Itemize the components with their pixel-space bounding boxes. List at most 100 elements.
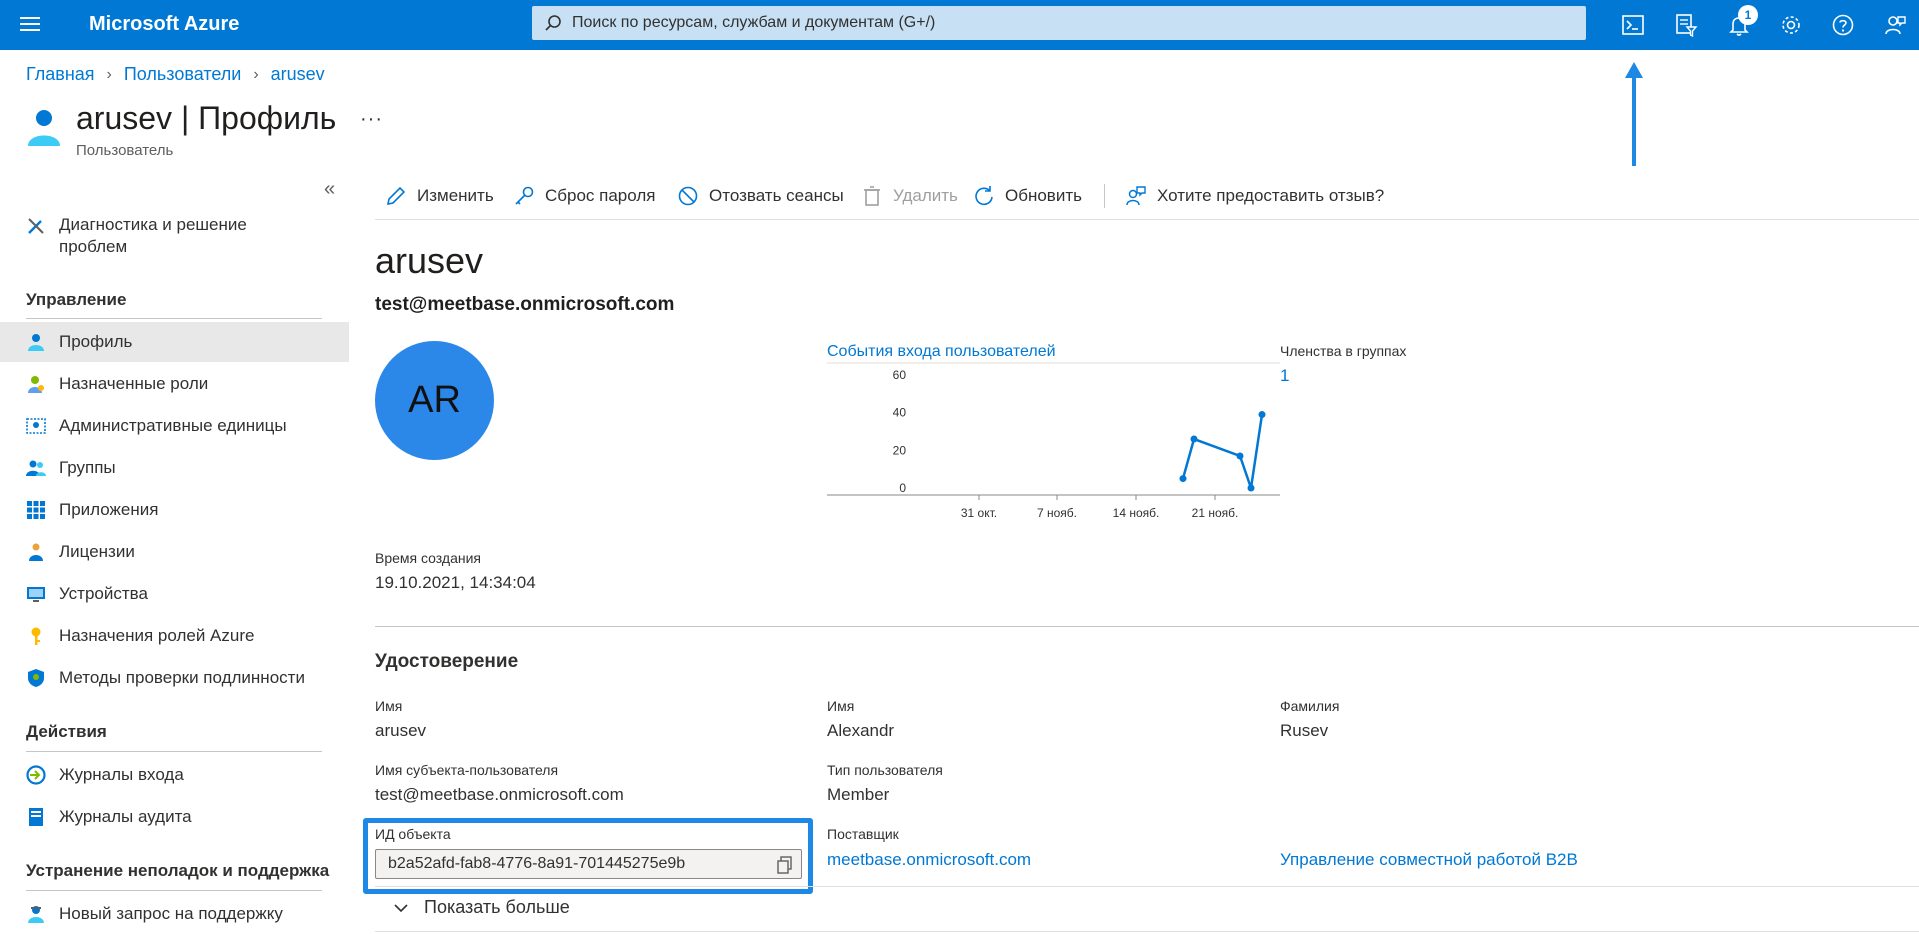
identity-section-title: Удостоверение <box>375 651 519 672</box>
license-icon <box>29 543 43 561</box>
sidebar-item-label: Административные единицы <box>59 416 287 435</box>
sidebar-item-label: Профиль <box>59 332 133 351</box>
shield-icon <box>28 669 44 687</box>
sidebar-item-label: Методы проверки подлинности <box>59 668 305 687</box>
user-type-value: Member <box>827 785 890 804</box>
show-more-button[interactable]: Показать больше <box>392 897 570 918</box>
sidebar-item-groups[interactable]: Группы <box>0 448 349 488</box>
user-type-label: Тип пользователя <box>827 762 943 778</box>
user-principal-name: test@meetbase.onmicrosoft.com <box>375 294 675 315</box>
copy-icon[interactable] <box>777 856 793 874</box>
sidebar-item-assigned-roles[interactable]: Назначенные роли <box>0 364 349 404</box>
surname-label: Фамилия <box>1280 698 1340 714</box>
sidebar-item-admin-units[interactable]: Административные единицы <box>0 406 349 446</box>
group-memberships-label: Членства в группах <box>1280 343 1407 359</box>
search-icon <box>545 15 561 31</box>
help-icon[interactable] <box>1828 10 1858 40</box>
chart-x-tick-label: 7 нояб. <box>1037 506 1077 520</box>
chart-series-line <box>1181 414 1264 489</box>
roles-icon <box>28 376 44 393</box>
chart-y-tick-label: 60 <box>893 368 907 382</box>
sidebar-item-audit-logs[interactable]: Журналы аудита <box>0 797 349 837</box>
sidebar-item-label: Устройства <box>59 584 148 603</box>
search-input[interactable] <box>572 6 1572 40</box>
chart-y-tick-label: 0 <box>899 481 906 495</box>
chevron-right-icon: › <box>106 65 112 83</box>
wrench-icon <box>28 218 44 234</box>
feedback-button[interactable]: Хотите предоставить отзыв? <box>1125 180 1384 212</box>
key-icon <box>31 627 41 645</box>
notification-badge: 1 <box>1738 5 1758 25</box>
issuer-label: Поставщик <box>827 826 899 842</box>
sidebar-item-label: Диагностика и решение проблем <box>59 215 247 256</box>
sidebar-item-label: Лицензии <box>59 542 135 561</box>
sidebar-section-manage: Управление <box>26 290 127 309</box>
chevron-right-icon: › <box>253 65 259 83</box>
feedback-icon <box>1126 186 1146 206</box>
brand-title[interactable]: Microsoft Azure <box>89 13 239 36</box>
breadcrumb-users[interactable]: Пользователи <box>124 64 241 85</box>
sidebar-item-label: Журналы входа <box>59 765 184 784</box>
delete-button[interactable]: Удалить <box>861 180 958 212</box>
refresh-button[interactable]: Обновить <box>973 180 1082 212</box>
object-id-field[interactable]: b2a52afd-fab8-4776-8a91-701445275e9b <box>375 849 802 879</box>
breadcrumb-home[interactable]: Главная <box>26 64 95 85</box>
more-options-button[interactable]: ··· <box>360 108 383 131</box>
breadcrumb: Главная › Пользователи › arusev <box>26 64 325 85</box>
created-label: Время создания <box>375 550 481 566</box>
chart-title-link[interactable]: События входа пользователей <box>827 343 1056 361</box>
created-value: 19.10.2021, 14:34:04 <box>375 573 536 592</box>
top-bar: Microsoft Azure 1 <box>0 0 1919 50</box>
apps-grid-icon <box>27 501 45 519</box>
sidebar-item-licenses[interactable]: Лицензии <box>0 532 349 572</box>
chevron-down-icon <box>394 903 408 912</box>
chart-data-point <box>1190 435 1198 443</box>
breadcrumb-current-user[interactable]: arusev <box>271 64 325 85</box>
sidebar-item-diagnose[interactable]: Диагностика и решение проблем <box>0 214 349 264</box>
sidebar-section-support: Устранение неполадок и поддержка <box>26 861 330 880</box>
admin-units-icon <box>26 418 46 434</box>
refresh-icon <box>975 186 993 206</box>
sidebar-item-applications[interactable]: Приложения <box>0 490 349 530</box>
edit-button[interactable]: Изменить <box>385 180 494 212</box>
page-title: arusev | Профиль <box>76 100 337 136</box>
chart-x-tick-label: 21 нояб. <box>1192 506 1239 520</box>
sign-in-events-chart: 60 40 20 0 31 окт. 7 нояб. 14 нояб. 21 нояб. <box>827 362 1280 520</box>
surname-value: Rusev <box>1280 721 1329 740</box>
upn-label: Имя субъекта-пользователя <box>375 762 559 778</box>
sidebar-item-new-support-request[interactable]: Новый запрос на поддержку <box>0 894 349 934</box>
collapse-sidebar-button[interactable]: « <box>324 178 335 201</box>
given-name-label: Имя <box>827 698 855 714</box>
toolbar-separator <box>1104 184 1105 208</box>
group-memberships-count[interactable]: 1 <box>1280 366 1289 386</box>
feedback-icon[interactable] <box>1880 10 1910 40</box>
sidebar-item-auth-methods[interactable]: Методы проверки подлинности <box>0 658 349 698</box>
b2b-collaboration-link[interactable]: Управление совместной работой B2B <box>1280 850 1578 870</box>
pencil-icon <box>386 186 406 206</box>
reset-password-button[interactable]: Сброс пароля <box>513 180 655 212</box>
issuer-link[interactable]: meetbase.onmicrosoft.com <box>827 850 1031 870</box>
sidebar-item-sign-in-logs[interactable]: Журналы входа <box>0 755 349 795</box>
sidebar-item-devices[interactable]: Устройства <box>0 574 349 614</box>
device-icon <box>27 587 45 602</box>
sidebar-item-profile[interactable]: Профиль <box>0 322 349 362</box>
chart-x-tick-label: 31 окт. <box>961 506 997 520</box>
object-id-value: b2a52afd-fab8-4776-8a91-701445275e9b <box>388 855 686 872</box>
global-search[interactable] <box>532 6 1586 40</box>
divider <box>375 931 1919 932</box>
sidebar-item-azure-role-assignments[interactable]: Назначения ролей Azure <box>0 616 349 656</box>
hamburger-menu-icon[interactable] <box>20 13 44 37</box>
bell-icon[interactable]: 1 <box>1724 5 1758 40</box>
block-icon <box>678 186 698 206</box>
directory-filter-icon[interactable] <box>1671 10 1701 40</box>
display-name-value: arusev <box>375 721 427 740</box>
revoke-sessions-button[interactable]: Отозвать сеансы <box>677 180 844 212</box>
sign-in-logs-icon <box>26 765 46 785</box>
sidebar-item-label: Журналы аудита <box>59 807 192 826</box>
key-icon <box>515 186 534 205</box>
gear-icon[interactable] <box>1776 10 1806 40</box>
user-icon <box>28 110 60 146</box>
cloud-shell-icon[interactable] <box>1618 10 1648 40</box>
user-icon <box>28 334 44 351</box>
sidebar-item-label: Новый запрос на поддержку <box>59 904 283 923</box>
